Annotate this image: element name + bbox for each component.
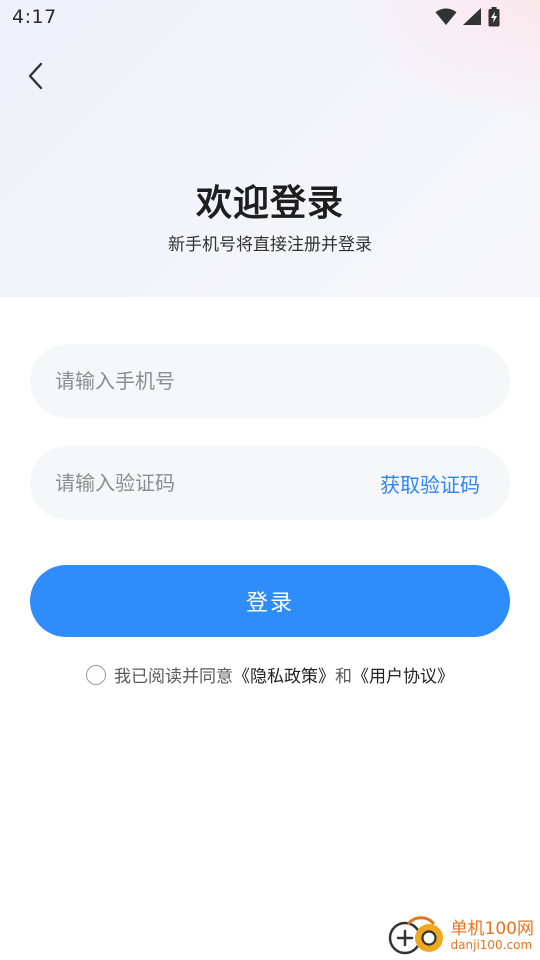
agreement-prefix: 我已阅读并同意 (114, 667, 233, 687)
login-screen: 4:17 欢迎登录 新手机号将直接注册并登录 请输入手机号 请输入验证码 获取验… (0, 0, 540, 960)
login-button[interactable]: 登录 (30, 565, 510, 637)
watermark-text: 单机100网 danji100.com (450, 918, 534, 952)
privacy-policy-link[interactable]: 《隐私政策》 (233, 662, 335, 687)
page-title: 欢迎登录 (195, 183, 344, 224)
agreement-row: 我已阅读并同意 《隐私政策》 和 《用户协议》 (0, 662, 540, 687)
user-agreement-link[interactable]: 《用户协议》 (352, 662, 454, 687)
signal-icon (463, 8, 482, 26)
get-code-button[interactable]: 获取验证码 (380, 469, 480, 498)
phone-field (30, 344, 510, 418)
phone-input[interactable] (55, 369, 480, 393)
status-bar: 4:17 (0, 0, 540, 36)
battery-charging-icon (488, 7, 500, 27)
watermark-logo-icon (387, 914, 447, 958)
page-subtitle: 新手机号将直接注册并登录 (168, 235, 372, 255)
agreement-conjunction: 和 (335, 667, 352, 687)
code-field: 获取验证码 (30, 446, 510, 520)
watermark: 单机100网 danji100.com (387, 914, 534, 958)
status-icons (435, 7, 500, 27)
status-time: 4:17 (12, 6, 57, 28)
watermark-title: 单机100网 (450, 918, 534, 939)
back-button[interactable] (16, 58, 56, 98)
wifi-icon (435, 8, 457, 26)
watermark-url: danji100.com (450, 937, 533, 952)
agreement-checkbox[interactable] (86, 664, 106, 685)
verification-code-input[interactable] (55, 471, 380, 495)
chevron-left-icon (26, 61, 46, 95)
